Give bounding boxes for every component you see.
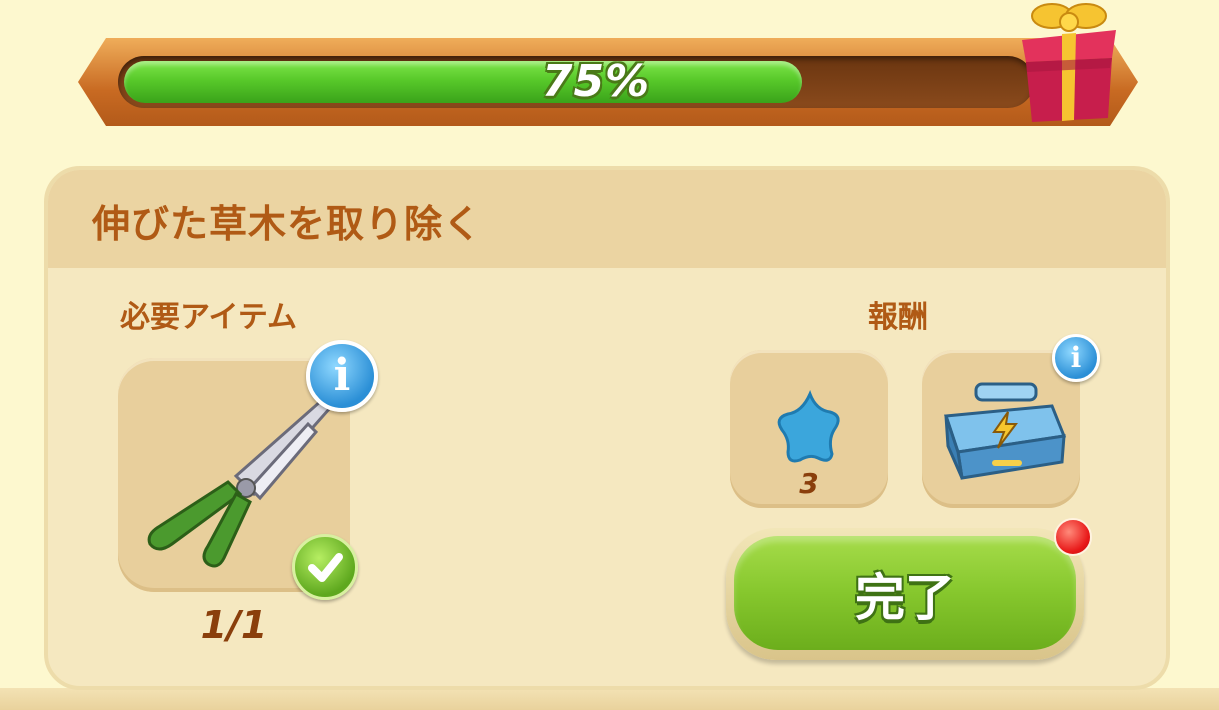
required-item-count: 1/1 — [200, 603, 268, 647]
required-item-info-icon[interactable]: i — [306, 340, 378, 412]
reward-star-count: 3 — [799, 467, 819, 500]
energy-toolbox-icon — [943, 382, 1067, 480]
progress-percent-label: 75% — [541, 56, 651, 107]
gift-box-icon[interactable] — [1016, 0, 1122, 126]
bottom-strip — [0, 688, 1219, 710]
reward-slot-toolbox[interactable] — [922, 350, 1080, 508]
quest-title: 伸びた草木を取り除く — [92, 202, 483, 246]
required-items-label: 必要アイテム — [120, 300, 297, 335]
reward-label: 報酬 — [868, 300, 928, 335]
notification-dot-icon — [1054, 518, 1092, 556]
complete-button-label: 完了 — [855, 569, 955, 627]
reward-info-icon[interactable]: i — [1052, 334, 1100, 382]
blue-star-icon — [777, 390, 840, 463]
complete-button[interactable]: 完了 — [726, 528, 1084, 660]
complete-button-face: 完了 — [734, 536, 1076, 650]
checkmark-icon — [292, 534, 358, 600]
